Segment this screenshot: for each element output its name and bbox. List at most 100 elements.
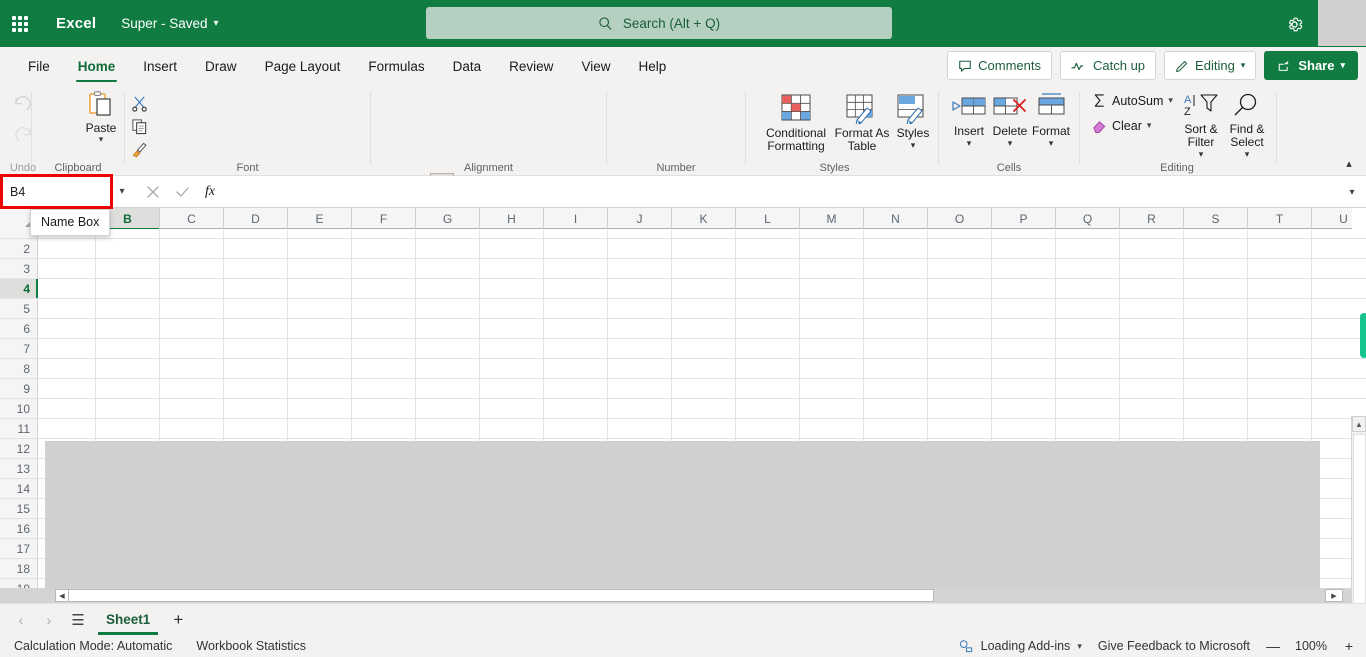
grid-cell[interactable] [928,279,992,299]
row-header-17[interactable]: 17 [0,539,38,559]
row-header-12[interactable]: 12 [0,439,38,459]
grid-cell[interactable] [800,299,864,319]
grid-cell[interactable] [480,339,544,359]
grid-cell[interactable] [1120,299,1184,319]
row-header-2[interactable]: 2 [0,239,38,259]
grid-cell[interactable] [672,359,736,379]
grid-cell[interactable] [992,319,1056,339]
row-header-9[interactable]: 9 [0,379,38,399]
grid-cell[interactable] [1184,259,1248,279]
grid-cell[interactable] [1056,239,1120,259]
grid-cell[interactable] [928,239,992,259]
scroll-right-button[interactable]: ▶ [1325,589,1343,602]
grid-cell[interactable] [1312,319,1366,339]
grid-cell[interactable] [864,299,928,319]
grid-cell[interactable] [1056,379,1120,399]
grid-cell[interactable] [864,359,928,379]
grid-cell[interactable] [1120,379,1184,399]
grid-cell[interactable] [288,399,352,419]
grid-cell[interactable] [160,379,224,399]
grid-cell[interactable] [992,399,1056,419]
grid-cell[interactable] [38,299,96,319]
spreadsheet-grid[interactable]: A B C D E F G H I J K L M N O P Q R S T … [0,208,1366,603]
grid-cell[interactable] [416,379,480,399]
grid-cell[interactable] [800,399,864,419]
grid-cell[interactable] [736,379,800,399]
tab-draw[interactable]: Draw [191,47,251,86]
grid-cell[interactable] [416,359,480,379]
grid-cell[interactable] [672,339,736,359]
grid-cell[interactable] [224,229,288,239]
grid-cell[interactable] [1056,229,1120,239]
grid-cell[interactable] [608,419,672,439]
grid-row[interactable] [38,359,1366,379]
grid-cell[interactable] [38,279,96,299]
grid-cell[interactable] [1312,229,1366,239]
grid-row[interactable] [38,379,1366,399]
grid-cell[interactable] [416,319,480,339]
grid-cell[interactable] [1248,299,1312,319]
app-launcher-button[interactable] [0,0,40,47]
grid-cell[interactable] [800,229,864,239]
grid-cell[interactable] [38,419,96,439]
grid-cell[interactable] [38,339,96,359]
grid-cell[interactable] [288,239,352,259]
editing-mode-button[interactable]: Editing ▾ [1164,51,1257,80]
grid-cell[interactable] [672,319,736,339]
grid-cell[interactable] [608,339,672,359]
row-header-6[interactable]: 6 [0,319,38,339]
grid-cell[interactable] [288,339,352,359]
column-header-E[interactable]: E [288,208,352,229]
grid-cell[interactable] [352,239,416,259]
grid-cell[interactable] [992,379,1056,399]
grid-cell[interactable] [38,319,96,339]
grid-cell[interactable] [1120,359,1184,379]
grid-cell[interactable] [1120,239,1184,259]
tab-insert[interactable]: Insert [129,47,191,86]
grid-cell[interactable] [928,379,992,399]
column-header-O[interactable]: O [928,208,992,229]
row-header-16[interactable]: 16 [0,519,38,539]
comments-button[interactable]: Comments [947,51,1052,80]
grid-cell[interactable] [224,419,288,439]
grid-cell[interactable] [736,259,800,279]
grid-cell[interactable] [480,239,544,259]
grid-cell[interactable] [160,399,224,419]
grid-cell[interactable] [1248,279,1312,299]
column-header-M[interactable]: M [800,208,864,229]
grid-cell[interactable] [288,419,352,439]
grid-cell[interactable] [224,239,288,259]
tab-page-layout[interactable]: Page Layout [251,47,355,86]
grid-cell[interactable] [224,299,288,319]
search-input[interactable]: Search (Alt + Q) [426,7,892,39]
grid-cell[interactable] [928,359,992,379]
row-header-3[interactable]: 3 [0,259,38,279]
grid-cell[interactable] [1056,419,1120,439]
collapse-ribbon-button[interactable]: ▴ [1340,155,1358,171]
grid-cell[interactable] [864,229,928,239]
grid-cell[interactable] [608,239,672,259]
grid-cell[interactable] [1184,399,1248,419]
grid-cell[interactable] [224,319,288,339]
clear-button[interactable]: Clear ▾ [1092,118,1151,133]
grid-cell[interactable] [992,259,1056,279]
grid-cell[interactable] [352,399,416,419]
grid-cell[interactable] [736,239,800,259]
name-box[interactable]: B4 [0,174,113,209]
horizontal-scrollbar[interactable]: ◀ ▶ [0,588,1352,603]
grid-cell[interactable] [96,239,160,259]
zoom-level[interactable]: 100% [1294,639,1328,653]
grid-cell[interactable] [1184,229,1248,239]
column-header-F[interactable]: F [352,208,416,229]
grid-cell[interactable] [480,319,544,339]
column-header-N[interactable]: N [864,208,928,229]
grid-cell[interactable] [1120,279,1184,299]
grid-cell[interactable] [672,239,736,259]
grid-row[interactable] [38,319,1366,339]
grid-cell[interactable] [1248,419,1312,439]
grid-cell[interactable] [928,339,992,359]
grid-cell[interactable] [800,419,864,439]
grid-cell[interactable] [96,299,160,319]
grid-cell[interactable] [992,359,1056,379]
grid-cell[interactable] [38,239,96,259]
